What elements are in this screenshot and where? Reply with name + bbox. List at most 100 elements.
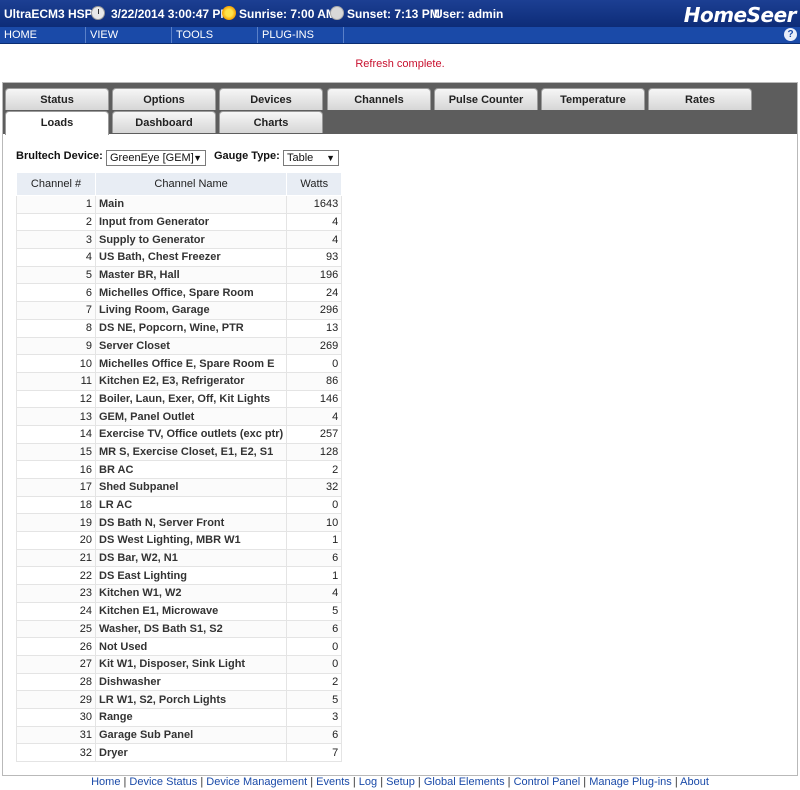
sunset: Sunset: 7:13 PM: [347, 7, 440, 21]
table-row: 30 Range 3: [16, 707, 343, 727]
table-body: 1 Main 1643 2 Input from Generator 4 3 Supply t…: [16, 195, 343, 762]
channel-name-cell: Input from Generator: [94, 212, 288, 232]
channel-number-cell: 15: [16, 442, 96, 462]
watts-cell: 0: [286, 354, 343, 373]
moon-icon: [330, 6, 344, 20]
menu-tools[interactable]: TOOLS: [172, 27, 258, 43]
channel-number-cell: 32: [16, 743, 96, 762]
footer-link[interactable]: Setup: [386, 776, 415, 788]
watts-cell: 296: [286, 301, 343, 320]
loads-table: Channel # Channel Name Watts 1 Main 1643 2 I…: [16, 172, 343, 762]
column-header-channel-name: Channel Name: [94, 172, 288, 196]
tab-rates[interactable]: Rates: [648, 88, 752, 110]
chevron-down-icon: ▼: [326, 153, 335, 163]
watts-cell: 0: [286, 495, 343, 515]
channel-name-cell: Washer, DS Bath S1, S2: [94, 619, 288, 639]
menu-plugins[interactable]: PLUG-INS: [258, 27, 344, 43]
device-label: Brultech Device:: [16, 150, 103, 162]
watts-cell: 6: [286, 548, 343, 568]
channel-number-cell: 9: [16, 336, 96, 356]
tab-status[interactable]: Status: [5, 88, 109, 110]
channel-number-cell: 5: [16, 265, 96, 285]
table-row: 23 Kitchen W1, W2 4: [16, 584, 343, 603]
channel-number-cell: 29: [16, 690, 96, 709]
table-row: 14 Exercise TV, Office outlets (exc ptr) 2…: [16, 424, 343, 444]
footer-link[interactable]: Manage Plug-ins: [589, 776, 672, 788]
tab-options[interactable]: Options: [112, 88, 216, 110]
channel-number-cell: 8: [16, 318, 96, 338]
watts-cell: 196: [286, 265, 343, 285]
table-row: 4 US Bath, Chest Freezer 93: [16, 248, 343, 267]
channel-name-cell: Master BR, Hall: [94, 265, 288, 285]
table-row: 21 DS Bar, W2, N1 6: [16, 548, 343, 568]
footer-link[interactable]: Device Status: [129, 776, 197, 788]
tab-dashboard[interactable]: Dashboard: [112, 111, 216, 133]
watts-cell: 4: [286, 230, 343, 250]
channel-name-cell: Main: [94, 195, 288, 214]
tab-charts[interactable]: Charts: [219, 111, 323, 133]
table-row: 13 GEM, Panel Outlet 4: [16, 407, 343, 426]
menu-view[interactable]: VIEW: [86, 27, 172, 43]
table-row: 6 Michelles Office, Spare Room 24: [16, 283, 343, 303]
watts-cell: 13: [286, 318, 343, 338]
channel-name-cell: Not Used: [94, 637, 288, 656]
table-row: 12 Boiler, Laun, Exer, Off, Kit Lights 146: [16, 389, 343, 409]
footer-link[interactable]: Global Elements: [424, 776, 505, 788]
channel-number-cell: 20: [16, 531, 96, 550]
footer-separator: |: [414, 776, 424, 788]
watts-cell: 7: [286, 743, 343, 762]
help-icon[interactable]: ?: [784, 28, 797, 41]
watts-cell: 4: [286, 407, 343, 426]
channel-name-cell: DS West Lighting, MBR W1: [94, 531, 288, 550]
table-row: 26 Not Used 0: [16, 637, 343, 656]
channel-name-cell: Dryer: [94, 743, 288, 762]
table-row: 22 DS East Lighting 1: [16, 566, 343, 586]
footer-separator: |: [307, 776, 317, 788]
watts-cell: 0: [286, 637, 343, 656]
tab-devices[interactable]: Devices: [219, 88, 323, 110]
tab-loads[interactable]: Loads: [5, 111, 109, 135]
channel-name-cell: BR AC: [94, 460, 288, 479]
table-row: 24 Kitchen E1, Microwave 5: [16, 601, 343, 621]
tab-channels[interactable]: Channels: [327, 88, 431, 110]
watts-cell: 10: [286, 513, 343, 533]
gauge-type-select[interactable]: Table ▼: [283, 150, 339, 166]
menu-home[interactable]: HOME: [0, 27, 86, 43]
gauge-type-label: Gauge Type:: [214, 150, 280, 162]
footer-link[interactable]: Events: [316, 776, 350, 788]
column-header-watts: Watts: [286, 172, 343, 196]
footer-link[interactable]: Control Panel: [514, 776, 581, 788]
footer-separator: |: [349, 776, 359, 788]
footer-separator: |: [671, 776, 681, 788]
footer-link[interactable]: About: [680, 776, 709, 788]
channel-number-cell: 10: [16, 354, 96, 373]
watts-cell: 6: [286, 725, 343, 745]
device-select[interactable]: GreenEye [GEM] ▼: [106, 150, 206, 166]
channel-number-cell: 23: [16, 584, 96, 603]
channel-name-cell: Dishwasher: [94, 672, 288, 692]
table-row: 31 Garage Sub Panel 6: [16, 725, 343, 745]
footer-link[interactable]: Device Management: [206, 776, 307, 788]
channel-name-cell: Garage Sub Panel: [94, 725, 288, 745]
channel-number-cell: 31: [16, 725, 96, 745]
watts-cell: 1: [286, 566, 343, 586]
channel-number-cell: 4: [16, 248, 96, 267]
footer-link[interactable]: Log: [359, 776, 377, 788]
watts-cell: 3: [286, 707, 343, 727]
watts-cell: 1643: [286, 195, 343, 214]
table-row: 10 Michelles Office E, Spare Room E0: [16, 354, 343, 373]
watts-cell: 5: [286, 690, 343, 709]
sun-icon: [222, 6, 236, 20]
tab-pulse-counter[interactable]: Pulse Counter: [434, 88, 538, 110]
sunrise: Sunrise: 7:00 AM: [239, 7, 336, 21]
watts-cell: 24: [286, 283, 343, 303]
status-message: Refresh complete.: [355, 58, 445, 70]
footer-link[interactable]: Home: [91, 776, 120, 788]
channel-number-cell: 25: [16, 619, 96, 639]
channel-number-cell: 11: [16, 371, 96, 391]
watts-cell: 1: [286, 531, 343, 550]
channel-number-cell: 7: [16, 301, 96, 320]
tab-temperature[interactable]: Temperature: [541, 88, 645, 110]
clock-icon: [91, 6, 105, 20]
datetime: 3/22/2014 3:00:47 PM: [111, 7, 231, 21]
